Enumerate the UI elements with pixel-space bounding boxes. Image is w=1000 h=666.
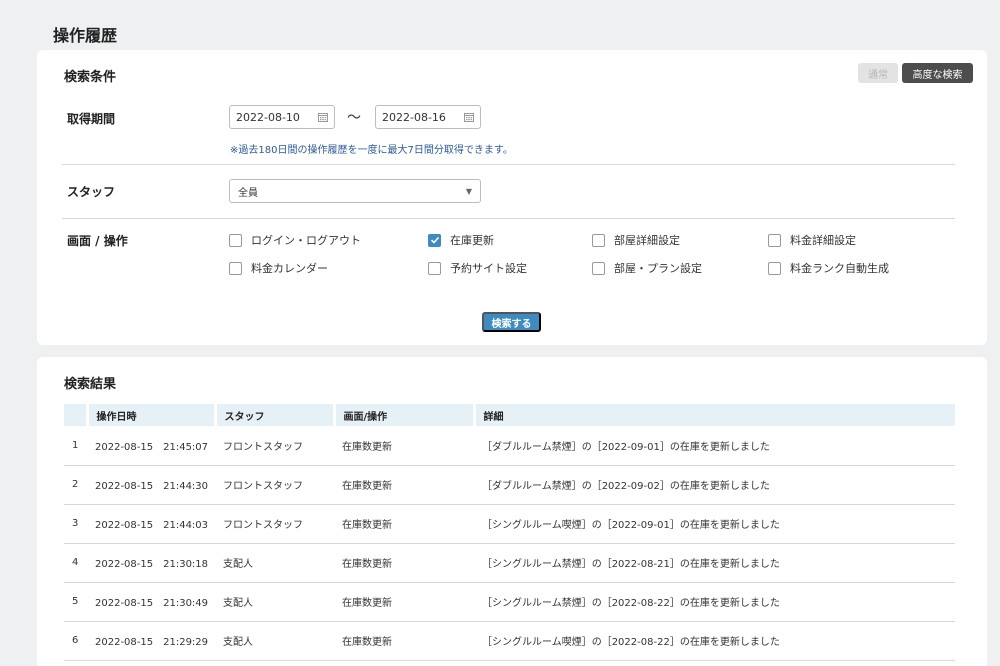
checkbox-box[interactable] (592, 233, 605, 247)
checkbox-rate-rank-auto-generate[interactable]: 料金ランク自動生成 (768, 260, 889, 276)
column-header-staff: スタッフ (215, 404, 336, 426)
row-detail-link[interactable]: ［シングルルーム喫煙］の［2022-08-22］の在庫を更新しました (474, 621, 955, 661)
row-number: 1 (64, 426, 87, 466)
row-screen: 在庫数更新 (334, 504, 474, 544)
checkbox-room-detail-settings[interactable]: 部屋詳細設定 (592, 232, 680, 248)
row-datetime: 2022-08-15 21:30:18 (87, 543, 215, 583)
checkbox-box[interactable] (229, 233, 242, 247)
row-datetime: 2022-08-15 21:29:29 (87, 621, 215, 661)
row-screen: 在庫数更新 (334, 543, 474, 583)
checkbox-box[interactable] (428, 233, 441, 247)
table-row: 1 2022-08-15 21:45:07 フロントスタッフ 在庫数更新 ［ダブ… (64, 426, 955, 466)
row-number: 4 (64, 543, 87, 583)
row-screen: 在庫数更新 (334, 426, 474, 466)
checkbox-rate-calendar[interactable]: 料金カレンダー (229, 260, 328, 276)
normal-search-button[interactable]: 通常 (858, 63, 898, 83)
check-icon (430, 236, 439, 244)
calendar-icon[interactable] (464, 112, 474, 122)
checkbox-booking-site-settings[interactable]: 予約サイト設定 (428, 260, 527, 276)
row-screen: 在庫数更新 (334, 582, 474, 622)
row-detail-link[interactable]: ［シングルルーム喫煙］の［2022-09-01］の在庫を更新しました (474, 504, 955, 544)
table-row: 6 2022-08-15 21:29:29 支配人 在庫数更新 ［シングルルーム… (64, 621, 955, 661)
row-datetime: 2022-08-15 21:30:49 (87, 582, 215, 622)
row-staff: フロントスタッフ (215, 426, 334, 466)
table-row: 2 2022-08-15 21:44:30 フロントスタッフ 在庫数更新 ［ダブ… (64, 465, 955, 505)
checkbox-label: 料金カレンダー (251, 262, 328, 275)
staff-select-value: 全員 (238, 187, 258, 199)
row-staff: 支配人 (215, 582, 334, 622)
table-row: 5 2022-08-15 21:30:49 支配人 在庫数更新 ［シングルルーム… (64, 582, 955, 622)
checkbox-label: 料金ランク自動生成 (790, 262, 889, 275)
row-number: 2 (64, 465, 87, 505)
divider (62, 218, 955, 219)
row-staff: フロントスタッフ (215, 504, 334, 544)
search-results-panel: 検索結果 操作日時 スタッフ 画面/操作 詳細 1 2022-08-15 21:… (37, 357, 987, 666)
column-header-screen: 画面/操作 (334, 404, 476, 426)
search-results-title: 検索結果 (64, 377, 117, 392)
checkbox-inventory-update[interactable]: 在庫更新 (428, 232, 494, 248)
table-row: 3 2022-08-15 21:44:03 フロントスタッフ 在庫数更新 ［シン… (64, 504, 955, 544)
row-number: 5 (64, 582, 87, 622)
search-conditions-panel: 検索条件 通常 高度な検索 取得期間 2022-08-10 〜 2022-08-… (37, 50, 987, 345)
column-header-detail: 詳細 (474, 404, 955, 426)
row-staff: フロントスタッフ (215, 465, 334, 505)
row-detail-link[interactable]: ［シングルルーム禁煙］の［2022-08-22］の在庫を更新しました (474, 582, 955, 622)
row-datetime: 2022-08-15 21:44:03 (87, 504, 215, 544)
date-from-value: 2022-08-10 (236, 110, 300, 124)
search-conditions-title: 検索条件 (64, 70, 117, 85)
checkbox-label: 料金詳細設定 (790, 234, 856, 247)
row-number: 3 (64, 504, 87, 544)
checkbox-label: 部屋・プラン設定 (614, 262, 702, 275)
row-detail-link[interactable]: ［ダブルルーム禁煙］の［2022-09-01］の在庫を更新しました (474, 426, 955, 466)
row-detail-link[interactable]: ［ダブルルーム禁煙］の［2022-09-02］の在庫を更新しました (474, 465, 955, 505)
checkbox-room-plan-settings[interactable]: 部屋・プラン設定 (592, 260, 702, 276)
table-header-row: 操作日時 スタッフ 画面/操作 詳細 (64, 404, 955, 426)
row-staff: 支配人 (215, 543, 334, 583)
date-to-input[interactable]: 2022-08-16 (375, 105, 481, 129)
checkbox-label: ログイン・ログアウト (251, 234, 361, 247)
checkbox-box[interactable] (768, 233, 781, 247)
checkbox-rate-detail-settings[interactable]: 料金詳細設定 (768, 232, 856, 248)
divider (62, 164, 955, 165)
checkbox-login-logout[interactable]: ログイン・ログアウト (229, 232, 361, 248)
checkbox-label: 予約サイト設定 (450, 262, 527, 275)
checkbox-box[interactable] (428, 261, 441, 275)
results-table: 操作日時 スタッフ 画面/操作 詳細 1 2022-08-15 21:45:07… (64, 404, 955, 661)
date-from-input[interactable]: 2022-08-10 (229, 105, 335, 129)
advanced-search-button[interactable]: 高度な検索 (902, 63, 973, 83)
staff-select[interactable]: 全員 ▼ (229, 179, 481, 203)
search-button[interactable]: 検索する (482, 312, 541, 332)
checkbox-label: 在庫更新 (450, 234, 494, 247)
column-header-no (64, 404, 89, 426)
column-header-datetime: 操作日時 (87, 404, 217, 426)
checkbox-box[interactable] (229, 261, 242, 275)
row-staff: 支配人 (215, 621, 334, 661)
row-detail-link[interactable]: ［シングルルーム禁煙］の［2022-08-21］の在庫を更新しました (474, 543, 955, 583)
period-note: ※過去180日間の操作履歴を一度に最大7日間分取得できます。 (230, 145, 513, 156)
row-datetime: 2022-08-15 21:45:07 (87, 426, 215, 466)
caret-down-icon: ▼ (465, 186, 472, 196)
row-screen: 在庫数更新 (334, 465, 474, 505)
row-number: 6 (64, 621, 87, 661)
calendar-icon[interactable] (318, 112, 328, 122)
table-row: 4 2022-08-15 21:30:18 支配人 在庫数更新 ［シングルルーム… (64, 543, 955, 583)
page-title: 操作履歴 (53, 26, 118, 45)
checkbox-label: 部屋詳細設定 (614, 234, 680, 247)
row-screen: 在庫数更新 (334, 621, 474, 661)
screen-operation-label: 画面 / 操作 (67, 234, 128, 248)
date-to-value: 2022-08-16 (382, 110, 446, 124)
checkbox-box[interactable] (768, 261, 781, 275)
staff-label: スタッフ (67, 185, 116, 199)
checkbox-box[interactable] (592, 261, 605, 275)
period-label: 取得期間 (67, 112, 116, 126)
date-range-separator: 〜 (347, 110, 361, 126)
row-datetime: 2022-08-15 21:44:30 (87, 465, 215, 505)
